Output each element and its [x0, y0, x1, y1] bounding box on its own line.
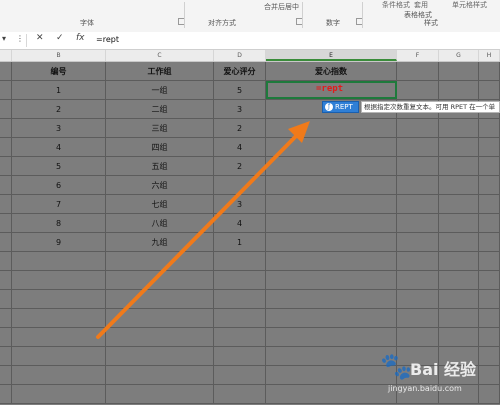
arrow-shaft [96, 128, 304, 339]
annotation-arrow [96, 121, 310, 339]
baidu-watermark: 🐾 Bai 经验 jingyan.baidu.com [380, 350, 498, 400]
watermark-brand: Bai 经验 [410, 360, 477, 379]
watermark-url: jingyan.baidu.com [388, 384, 462, 393]
baidu-paw-icon: 🐾 [380, 352, 413, 382]
